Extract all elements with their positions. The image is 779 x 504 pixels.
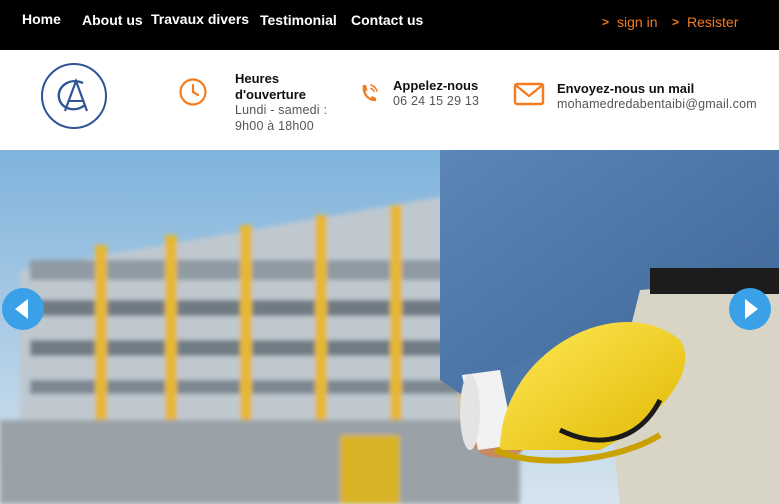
nav-testimonial[interactable]: Testimonial — [260, 12, 337, 28]
hero-slider — [0, 150, 779, 504]
nav-travaux-divers[interactable]: Travaux divers — [151, 11, 249, 27]
company-logo[interactable] — [41, 63, 107, 129]
clock-icon — [179, 78, 207, 106]
arrow-right-icon — [745, 299, 758, 319]
chevron-right-icon: > — [672, 15, 680, 29]
hours-days: Lundi - samedi : — [235, 103, 328, 117]
sign-in-label: sign in — [617, 14, 658, 30]
phone-number[interactable]: 06 24 15 29 13 — [393, 93, 479, 109]
hours-time: 9h00 à 18h00 — [235, 119, 314, 133]
phone-icon — [362, 84, 378, 102]
nav-about-us[interactable]: About us — [82, 12, 143, 28]
slider-prev-button[interactable] — [2, 288, 44, 330]
hours-title-line-2: d'ouverture — [235, 87, 306, 102]
logo-monogram-icon — [57, 77, 89, 112]
nav-home[interactable]: Home — [22, 11, 61, 27]
top-navbar: Home About us Travaux divers Testimonial… — [0, 0, 779, 50]
register-link[interactable]: > Resister — [672, 14, 738, 30]
slider-next-button[interactable] — [729, 288, 771, 330]
nav-contact-us[interactable]: Contact us — [351, 12, 423, 28]
sign-in-link[interactable]: > sign in — [602, 14, 657, 30]
chevron-right-icon: > — [602, 15, 610, 29]
arrow-left-icon — [15, 299, 28, 319]
hero-construction-image — [0, 150, 779, 504]
envelope-icon — [513, 82, 545, 106]
hours-title-line-1: Heures — [235, 71, 280, 86]
register-label: Resister — [687, 14, 739, 30]
phone-title: Appelez-nous — [393, 78, 479, 93]
mail-title: Envoyez-nous un mail — [557, 81, 695, 96]
mail-address[interactable]: mohamedredabentaibi@gmail.com — [557, 96, 757, 112]
